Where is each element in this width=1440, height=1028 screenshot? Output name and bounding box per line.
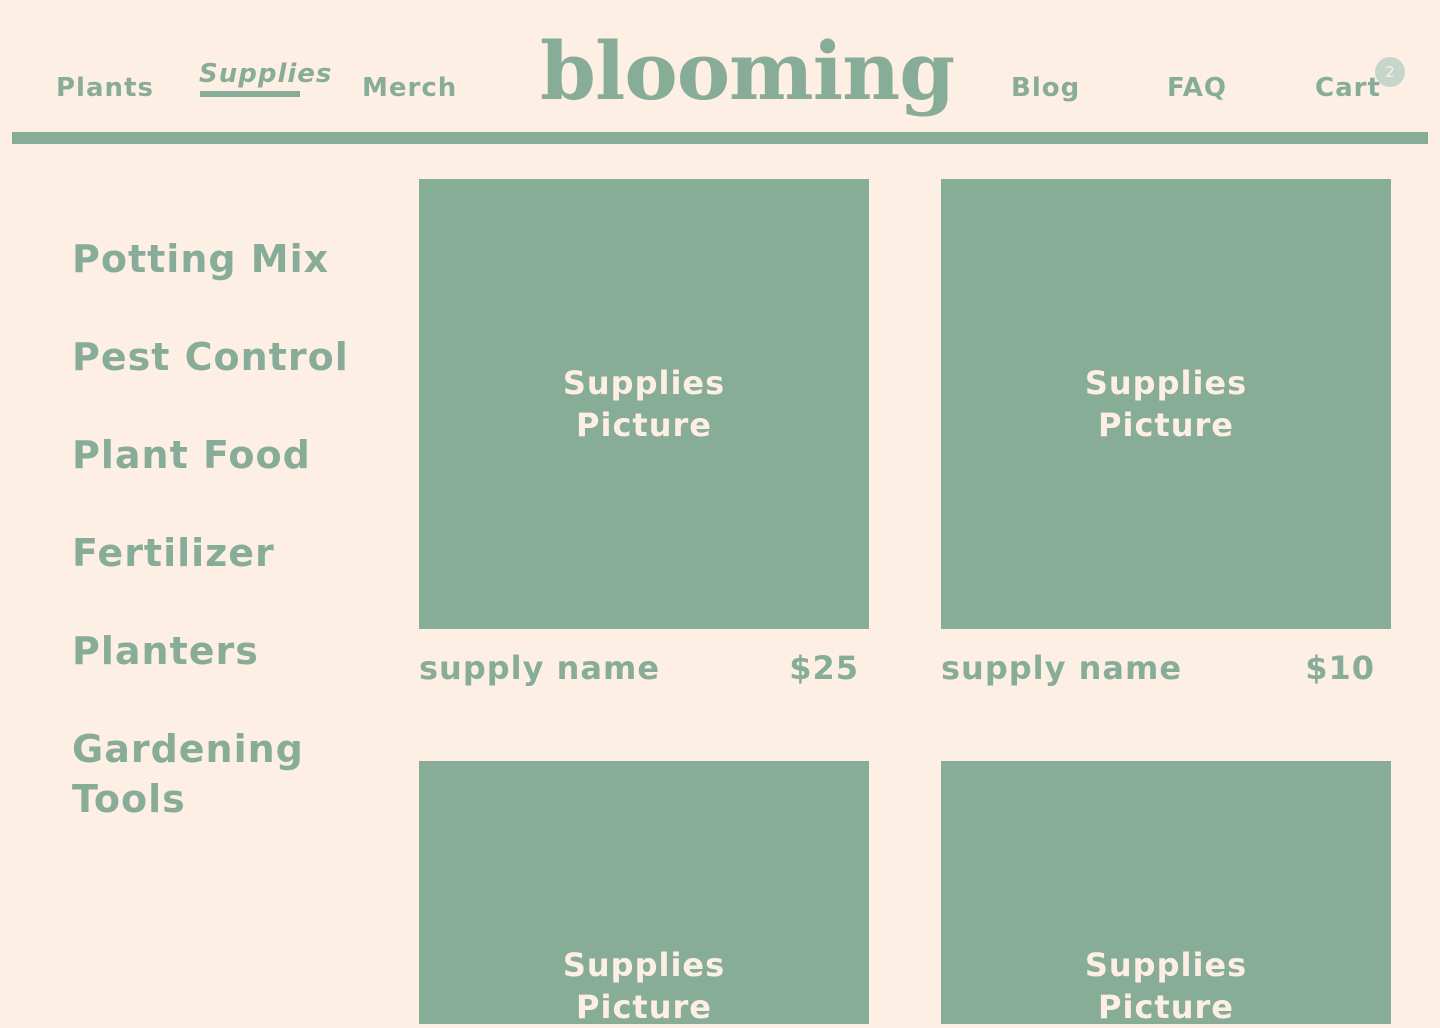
product-image[interactable]: Supplies Picture: [419, 761, 869, 1026]
product-image[interactable]: Supplies Picture: [419, 179, 869, 629]
image-placeholder-label: Supplies Picture: [1084, 364, 1248, 444]
nav-faq[interactable]: FAQ: [1167, 70, 1227, 106]
category-fertilizer[interactable]: Fertilizer: [72, 528, 352, 578]
category-planters[interactable]: Planters: [72, 626, 352, 676]
product-image[interactable]: Supplies Picture: [941, 179, 1391, 629]
image-placeholder-label: Supplies Picture: [1084, 946, 1248, 1026]
product-image[interactable]: Supplies Picture: [941, 761, 1391, 1026]
category-pest-control[interactable]: Pest Control: [72, 332, 352, 382]
category-plant-food[interactable]: Plant Food: [72, 430, 352, 480]
product-name[interactable]: supply name: [941, 648, 1182, 688]
nav-plants[interactable]: Plants: [56, 70, 154, 106]
product-price: $10: [1305, 649, 1375, 687]
nav-cart[interactable]: Cart: [1315, 70, 1381, 106]
cart-count-badge: 2: [1375, 57, 1405, 87]
active-nav-underline: [200, 91, 300, 97]
image-placeholder-label: Supplies Picture: [562, 946, 726, 1026]
site-logo[interactable]: blooming: [540, 16, 955, 126]
nav-merch[interactable]: Merch: [362, 70, 457, 106]
nav-blog[interactable]: Blog: [1011, 70, 1080, 106]
header-divider: [12, 132, 1428, 144]
product-name[interactable]: supply name: [419, 648, 660, 688]
category-gardening-tools[interactable]: Gardening Tools: [72, 724, 312, 824]
category-potting-mix[interactable]: Potting Mix: [72, 234, 352, 284]
nav-supplies[interactable]: Supplies: [199, 56, 332, 92]
product-price: $25: [789, 649, 859, 687]
image-placeholder-label: Supplies Picture: [562, 364, 726, 444]
